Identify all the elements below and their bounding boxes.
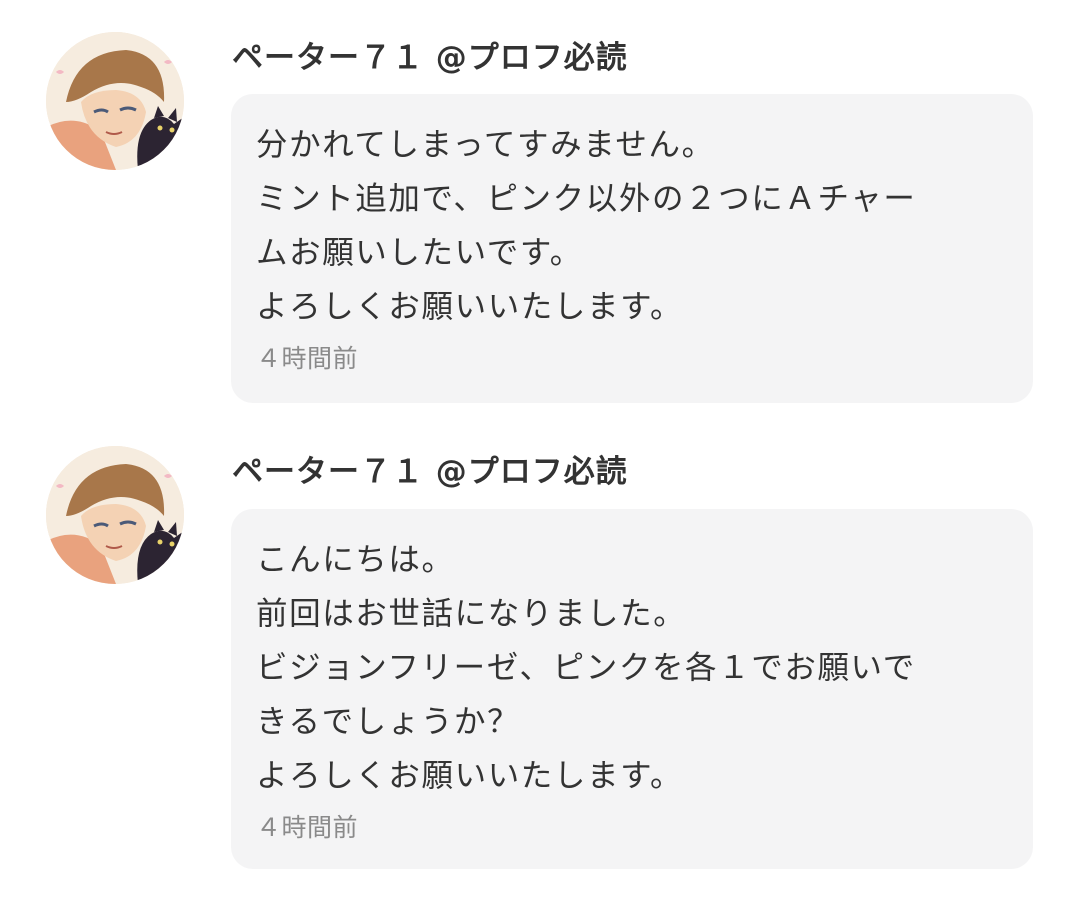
message-text: こんにちは。 前回はお世話になりました。 ビジョンフリーゼ、ピンクを各１でお願い… <box>256 533 1009 803</box>
avatar-image <box>46 446 184 584</box>
avatar-image <box>46 32 184 170</box>
message-line: よろしくお願いいたします。 <box>256 758 684 794</box>
username[interactable]: ペーター７１ @プロフ必読 <box>232 36 628 80</box>
timestamp: ４時間前 <box>256 813 359 842</box>
timestamp: ４時間前 <box>256 344 359 373</box>
message-line: きるでしょうか？ <box>256 704 521 740</box>
message-line: 前回はお世話になりました。 <box>256 596 687 632</box>
message-line: ミント追加で、ピンク以外の２つにＡチャー <box>256 181 917 217</box>
user-avatar[interactable] <box>46 32 184 170</box>
username[interactable]: ペーター７１ @プロフ必読 <box>232 450 628 494</box>
message-line: ムお願いしたいです。 <box>256 235 583 271</box>
message-text: 分かれてしまってすみません。 ミント追加で、ピンク以外の２つにＡチャー ムお願い… <box>256 118 1009 334</box>
message-line: こんにちは。 <box>256 542 455 578</box>
message-line: よろしくお願いいたします。 <box>256 289 684 325</box>
message-bubble: こんにちは。 前回はお世話になりました。 ビジョンフリーゼ、ピンクを各１でお願い… <box>231 509 1033 869</box>
message-line: 分かれてしまってすみません。 <box>256 127 715 163</box>
user-avatar[interactable] <box>46 446 184 584</box>
message-bubble: 分かれてしまってすみません。 ミント追加で、ピンク以外の２つにＡチャー ムお願い… <box>231 94 1033 403</box>
message-line: ビジョンフリーゼ、ピンクを各１でお願いで <box>256 650 916 686</box>
